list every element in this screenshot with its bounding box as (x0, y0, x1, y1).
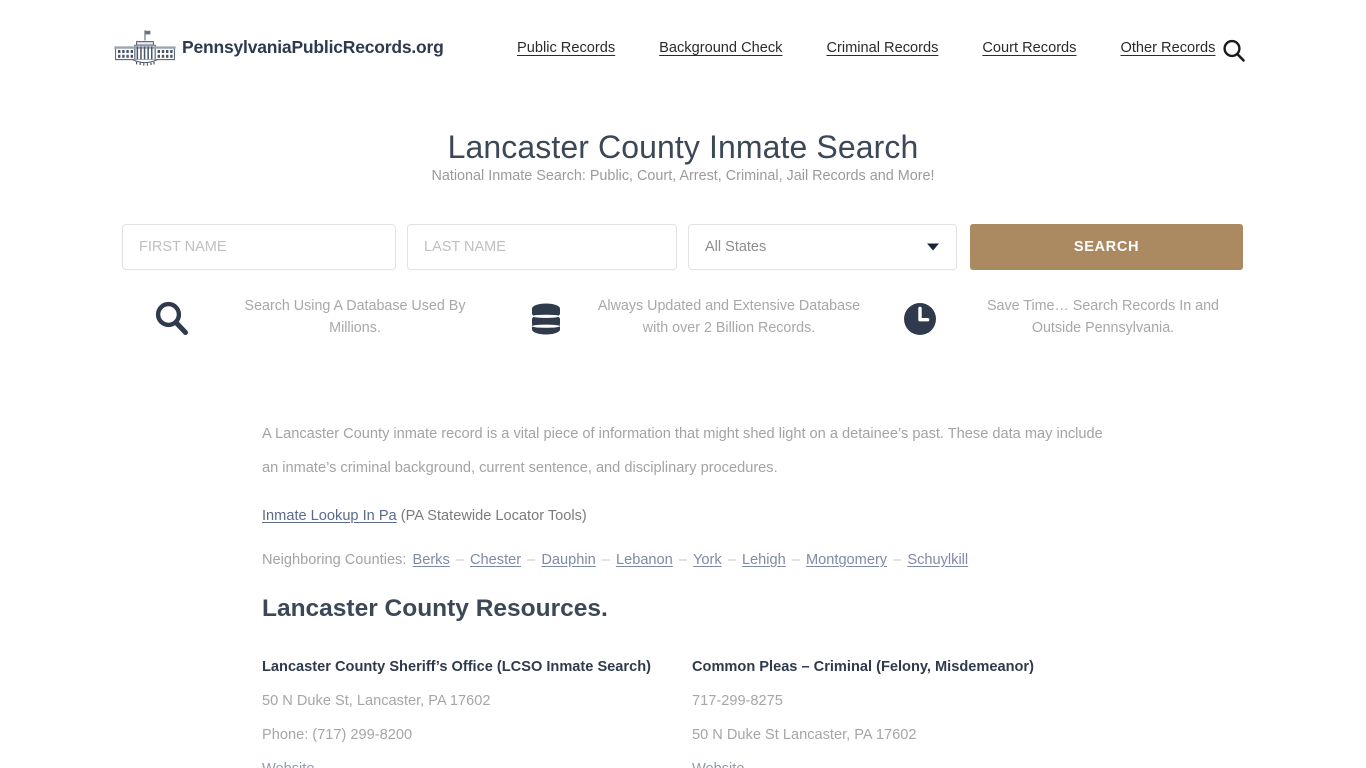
inmate-lookup-line: Inmate Lookup In Pa (PA Statewide Locato… (262, 505, 1252, 527)
search-icon[interactable] (1221, 38, 1247, 64)
neighboring-county-link[interactable]: Schuylkill (907, 552, 968, 568)
inmate-search-form: All States SEARCH (122, 224, 1243, 270)
state-select-value: All States (705, 239, 767, 255)
database-icon (496, 295, 596, 338)
resource-website: Website (262, 752, 692, 768)
resources-columns: Lancaster County Sheriff’s Office (LCSO … (262, 650, 1252, 768)
neighboring-county-link[interactable]: Berks (412, 552, 449, 568)
nav-item-criminal-records[interactable]: Criminal Records (826, 40, 938, 56)
neighbor-separator: – (597, 552, 614, 568)
resources-heading: Lancaster County Resources. (262, 595, 608, 622)
resource-website: Website (692, 752, 1252, 768)
neighboring-county-link[interactable]: Lehigh (742, 552, 786, 568)
feature-item: Save Time… Search Records In and Outside… (870, 295, 1244, 385)
neighbor-separator: – (674, 552, 692, 568)
state-select[interactable]: All States (688, 224, 957, 270)
resource-address: 50 N Duke St, Lancaster, PA 17602 (262, 693, 491, 709)
feature-text: Search Using A Database Used By Millions… (244, 298, 466, 336)
neighboring-county-link[interactable]: Dauphin (541, 552, 595, 568)
resource-heading: Common Pleas – Criminal (Felony, Misdeme… (692, 659, 1034, 675)
page-title: Lancaster County Inmate Search (447, 129, 919, 166)
site-logo-text: PennsylvaniaPublicRecords.org (182, 36, 444, 57)
resource-website-link[interactable]: Website (692, 761, 744, 768)
neighboring-county-link[interactable]: Chester (470, 552, 521, 568)
neighboring-county-link[interactable]: York (693, 552, 722, 568)
feature-text: Save Time… Search Records In and Outside… (986, 298, 1220, 336)
clock-icon (870, 295, 970, 338)
site-header: PennsylvaniaPublicRecords.org Public Rec… (0, 0, 1366, 92)
neighbor-separator: – (787, 552, 804, 568)
resource-column: Lancaster County Sheriff’s Office (LCSO … (262, 650, 692, 768)
article-body: A Lancaster County inmate record is a vi… (262, 418, 1252, 571)
site-logo-link[interactable]: PennsylvaniaPublicRecords.org (112, 28, 444, 66)
main-navigation: Public Records Background Check Criminal… (517, 40, 1215, 56)
first-name-input[interactable] (122, 224, 396, 270)
inmate-lookup-link[interactable]: Inmate Lookup In Pa (262, 508, 397, 524)
neighbor-separator: – (889, 552, 906, 568)
resource-column: Common Pleas – Criminal (Felony, Misdeme… (692, 650, 1252, 768)
inmate-lookup-suffix: (PA Statewide Locator Tools) (400, 508, 587, 524)
feature-item: Always Updated and Extensive Database wi… (496, 295, 870, 385)
capitol-building-icon (112, 28, 178, 66)
search-button[interactable]: SEARCH (970, 224, 1243, 270)
last-name-input[interactable] (407, 224, 677, 270)
neighboring-counties-links: Berks – Chester – Dauphin – Lebanon – Yo… (410, 552, 970, 568)
neighbor-separator: – (723, 552, 740, 568)
page-root: PennsylvaniaPublicRecords.org Public Rec… (0, 0, 1366, 768)
nav-item-other-records[interactable]: Other Records (1120, 40, 1215, 56)
neighboring-counties: Neighboring Counties: Berks – Chester – … (262, 549, 1252, 571)
page-subtitle: National Inmate Search: Public, Court, A… (431, 168, 935, 184)
resource-address: 50 N Duke St Lancaster, PA 17602 (692, 727, 917, 743)
chevron-down-icon (927, 243, 939, 251)
resource-website-link[interactable]: Website (262, 761, 314, 768)
feature-text: Always Updated and Extensive Database wi… (597, 298, 861, 336)
resource-phone: 717-299-8275 (692, 693, 783, 709)
resource-heading: Lancaster County Sheriff’s Office (LCSO … (262, 659, 651, 675)
feature-item: Search Using A Database Used By Millions… (122, 295, 496, 385)
nav-item-background-check[interactable]: Background Check (659, 40, 782, 56)
neighbor-separator: – (451, 552, 469, 568)
neighboring-counties-label: Neighboring Counties: (262, 552, 407, 568)
neighboring-county-link[interactable]: Montgomery (806, 552, 887, 568)
resource-phone: Phone: (717) 299-8200 (262, 727, 413, 743)
neighboring-county-link[interactable]: Lebanon (616, 552, 673, 568)
magnifier-icon (122, 295, 222, 338)
intro-paragraph: A Lancaster County inmate record is a vi… (262, 426, 1103, 476)
neighbor-separator: – (523, 552, 540, 568)
feature-list: Search Using A Database Used By Millions… (122, 295, 1244, 385)
nav-item-court-records[interactable]: Court Records (982, 40, 1076, 56)
nav-item-public-records[interactable]: Public Records (517, 40, 615, 56)
